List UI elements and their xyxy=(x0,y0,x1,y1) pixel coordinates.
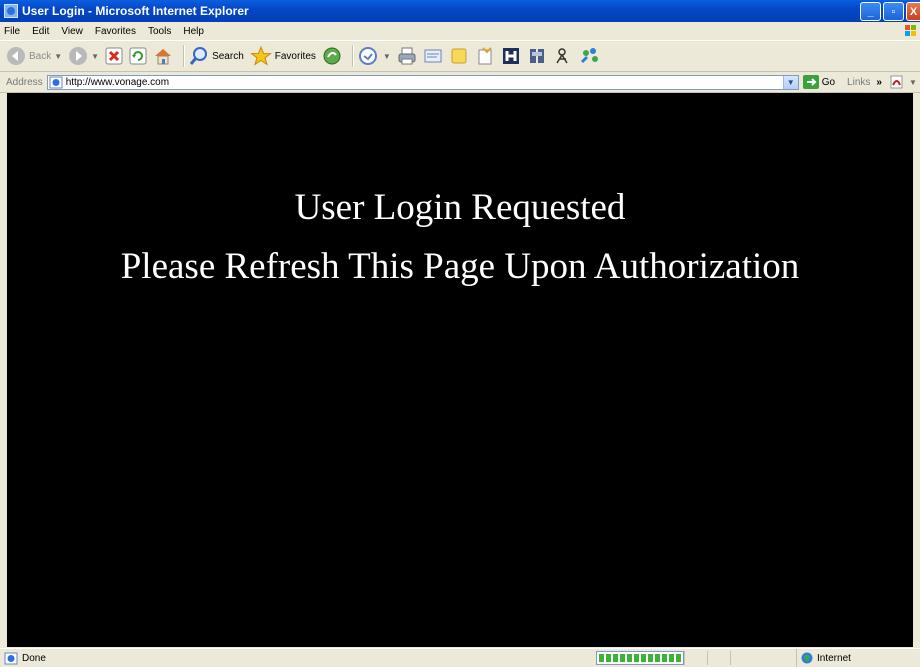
h-logo-icon xyxy=(502,48,519,64)
messenger-button[interactable] xyxy=(527,46,547,66)
stop-button[interactable] xyxy=(105,47,123,65)
forward-button[interactable]: ▼ xyxy=(68,46,99,66)
menu-bar: File Edit View Favorites Tools Help xyxy=(0,22,920,41)
forward-dropdown-icon[interactable]: ▼ xyxy=(91,52,99,61)
search-button[interactable]: Search xyxy=(189,46,244,66)
stop-icon xyxy=(105,47,123,65)
security-zone: Internet xyxy=(796,649,920,667)
acrobat-icon[interactable] xyxy=(890,75,906,89)
users-button[interactable] xyxy=(579,46,601,66)
edit-page-icon xyxy=(424,49,442,63)
address-label: Address xyxy=(6,76,43,88)
back-arrow-icon xyxy=(7,47,25,65)
vertical-scrollbar[interactable] xyxy=(913,93,920,647)
maximize-button[interactable]: ▫ xyxy=(883,2,904,21)
messenger-icon xyxy=(529,49,544,63)
address-url: http://www.vonage.com xyxy=(65,76,170,88)
mail-button[interactable]: ▼ xyxy=(358,46,391,66)
back-dropdown-icon[interactable]: ▼ xyxy=(54,52,62,61)
home-icon xyxy=(155,49,172,65)
close-button[interactable]: X xyxy=(906,2,920,21)
progress-bar xyxy=(596,651,684,665)
ie-page-icon xyxy=(4,4,18,18)
status-pane xyxy=(684,651,707,665)
refresh-instruction-message: Please Refresh This Page Upon Authorizat… xyxy=(120,246,800,287)
go-button[interactable]: Go xyxy=(802,75,836,89)
favorites-button[interactable]: Favorites xyxy=(249,46,316,66)
address-dropdown-icon[interactable]: ▼ xyxy=(782,75,798,89)
home-button[interactable] xyxy=(153,46,173,66)
acrobat-dropdown-icon[interactable]: ▼ xyxy=(909,78,917,87)
research-icon xyxy=(478,47,492,65)
search-label: Search xyxy=(212,50,244,62)
menu-view[interactable]: View xyxy=(55,26,89,37)
media-icon xyxy=(323,47,341,65)
users-icon xyxy=(580,48,598,64)
status-panes xyxy=(596,651,753,665)
menu-help[interactable]: Help xyxy=(177,26,210,37)
address-bar: Address http://www.vonage.com ▼ Go Links… xyxy=(0,72,920,93)
refresh-icon xyxy=(129,47,147,65)
research-button[interactable] xyxy=(475,46,495,66)
forward-arrow-icon xyxy=(69,47,88,65)
menu-edit[interactable]: Edit xyxy=(26,26,55,37)
menu-tools[interactable]: Tools xyxy=(142,26,177,37)
go-arrow-icon xyxy=(802,75,819,89)
minimize-button[interactable]: _ xyxy=(860,2,881,21)
status-pane xyxy=(707,651,730,665)
ie-page-icon xyxy=(49,76,63,88)
menu-file[interactable]: File xyxy=(0,26,26,37)
toolbar-separator xyxy=(183,45,186,67)
note-icon xyxy=(451,48,467,64)
person-icon xyxy=(556,48,568,64)
left-edge xyxy=(0,93,7,647)
address-input[interactable]: http://www.vonage.com ▼ xyxy=(46,74,799,90)
status-text: Done xyxy=(22,652,46,664)
mail-dropdown-icon[interactable]: ▼ xyxy=(383,52,391,61)
back-label: Back xyxy=(29,50,52,62)
links-toolbar[interactable]: Links xyxy=(847,77,870,88)
zone-label: Internet xyxy=(817,652,851,664)
menu-favorites[interactable]: Favorites xyxy=(89,26,142,37)
back-button[interactable]: Back ▼ xyxy=(6,46,62,66)
favorites-label: Favorites xyxy=(274,50,316,62)
favorites-star-icon xyxy=(249,46,272,66)
status-bar: Done Internet xyxy=(0,648,920,667)
go-label: Go xyxy=(821,76,836,88)
progress-fill xyxy=(599,654,681,662)
media-button[interactable] xyxy=(322,46,342,66)
window-controls: _ ▫ X xyxy=(860,2,920,21)
ie-page-icon xyxy=(4,652,18,664)
search-icon xyxy=(189,47,208,65)
print-button[interactable] xyxy=(397,46,417,66)
page-content: User Login Requested Please Refresh This… xyxy=(7,93,913,647)
edit-button[interactable] xyxy=(423,46,443,66)
chevron-more-icon[interactable]: » xyxy=(876,77,882,88)
print-icon xyxy=(398,47,416,65)
standard-toolbar: Back ▼ ▼ Search Favorites ▼ xyxy=(0,41,920,72)
h-button[interactable] xyxy=(501,46,521,66)
discuss-button[interactable] xyxy=(449,46,469,66)
status-pane xyxy=(730,651,753,665)
refresh-button[interactable] xyxy=(129,47,147,65)
mail-icon xyxy=(358,47,377,65)
person-button[interactable] xyxy=(553,46,573,66)
windows-logo-icon xyxy=(905,25,916,36)
login-requested-message: User Login Requested xyxy=(294,187,626,228)
globe-icon xyxy=(801,652,813,664)
title-bar: User Login - Microsoft Internet Explorer… xyxy=(0,0,920,22)
window-title: User Login - Microsoft Internet Explorer xyxy=(22,4,249,18)
toolbar-separator xyxy=(351,45,354,67)
